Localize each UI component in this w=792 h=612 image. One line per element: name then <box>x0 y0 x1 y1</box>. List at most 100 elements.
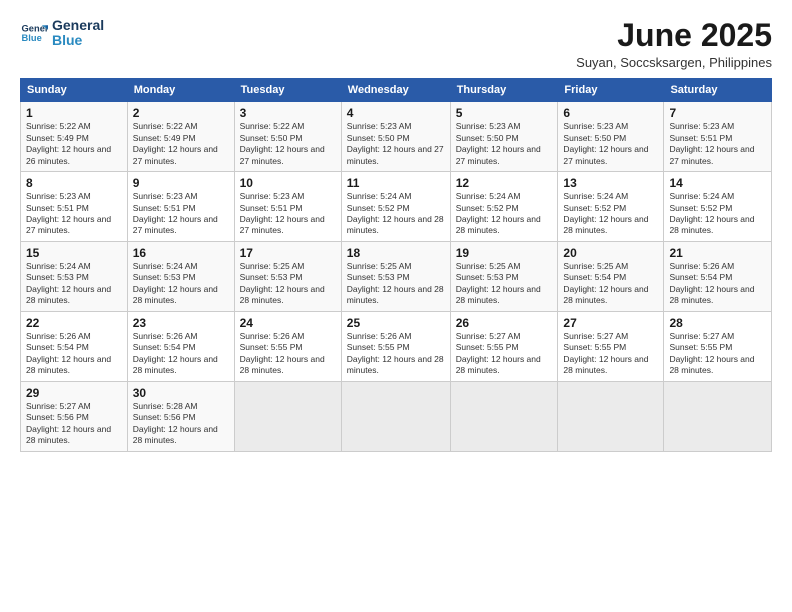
calendar-cell: 27 Sunrise: 5:27 AM Sunset: 5:55 PM Dayl… <box>558 311 664 381</box>
sunset-label: Sunset: 5:56 PM <box>26 412 89 422</box>
sunset-label: Sunset: 5:50 PM <box>347 133 410 143</box>
daylight-label: Daylight: 12 hours and 27 minutes. <box>347 144 444 165</box>
header: General Blue General Blue June 2025 Suya… <box>20 18 772 70</box>
calendar-cell: 9 Sunrise: 5:23 AM Sunset: 5:51 PM Dayli… <box>127 172 234 242</box>
calendar-cell: 14 Sunrise: 5:24 AM Sunset: 5:52 PM Dayl… <box>664 172 772 242</box>
day-number: 23 <box>133 316 229 330</box>
daylight-label: Daylight: 12 hours and 27 minutes. <box>669 144 754 165</box>
svg-text:Blue: Blue <box>22 33 42 43</box>
day-number: 1 <box>26 106 122 120</box>
sunset-label: Sunset: 5:50 PM <box>563 133 626 143</box>
calendar-cell: 17 Sunrise: 5:25 AM Sunset: 5:53 PM Dayl… <box>234 241 341 311</box>
calendar-cell <box>664 381 772 451</box>
sunset-label: Sunset: 5:52 PM <box>347 203 410 213</box>
svg-text:General: General <box>22 24 48 34</box>
sunrise-label: Sunrise: 5:27 AM <box>669 331 734 341</box>
sunrise-label: Sunrise: 5:26 AM <box>133 331 198 341</box>
sunset-label: Sunset: 5:54 PM <box>669 272 732 282</box>
sunrise-label: Sunrise: 5:23 AM <box>240 191 305 201</box>
daylight-label: Daylight: 12 hours and 26 minutes. <box>26 144 111 165</box>
sunrise-label: Sunrise: 5:22 AM <box>26 121 91 131</box>
sunrise-label: Sunrise: 5:23 AM <box>456 121 521 131</box>
day-number: 11 <box>347 176 445 190</box>
day-number: 7 <box>669 106 766 120</box>
calendar-cell: 16 Sunrise: 5:24 AM Sunset: 5:53 PM Dayl… <box>127 241 234 311</box>
daylight-label: Daylight: 12 hours and 28 minutes. <box>669 214 754 235</box>
day-detail: Sunrise: 5:24 AM Sunset: 5:52 PM Dayligh… <box>669 191 766 237</box>
day-detail: Sunrise: 5:27 AM Sunset: 5:55 PM Dayligh… <box>456 331 553 377</box>
calendar-cell: 20 Sunrise: 5:25 AM Sunset: 5:54 PM Dayl… <box>558 241 664 311</box>
day-number: 3 <box>240 106 336 120</box>
calendar-cell: 28 Sunrise: 5:27 AM Sunset: 5:55 PM Dayl… <box>664 311 772 381</box>
calendar-cell: 30 Sunrise: 5:28 AM Sunset: 5:56 PM Dayl… <box>127 381 234 451</box>
day-number: 13 <box>563 176 658 190</box>
calendar-header-row: Sunday Monday Tuesday Wednesday Thursday… <box>21 79 772 102</box>
sunset-label: Sunset: 5:51 PM <box>669 133 732 143</box>
day-number: 10 <box>240 176 336 190</box>
day-number: 24 <box>240 316 336 330</box>
day-detail: Sunrise: 5:23 AM Sunset: 5:50 PM Dayligh… <box>347 121 445 167</box>
sunrise-label: Sunrise: 5:27 AM <box>456 331 521 341</box>
sunset-label: Sunset: 5:50 PM <box>456 133 519 143</box>
sunset-label: Sunset: 5:53 PM <box>456 272 519 282</box>
day-number: 22 <box>26 316 122 330</box>
day-number: 25 <box>347 316 445 330</box>
calendar-cell: 12 Sunrise: 5:24 AM Sunset: 5:52 PM Dayl… <box>450 172 558 242</box>
day-number: 26 <box>456 316 553 330</box>
calendar-cell: 24 Sunrise: 5:26 AM Sunset: 5:55 PM Dayl… <box>234 311 341 381</box>
day-number: 28 <box>669 316 766 330</box>
sunset-label: Sunset: 5:55 PM <box>347 342 410 352</box>
sunrise-label: Sunrise: 5:23 AM <box>347 121 412 131</box>
sunset-label: Sunset: 5:53 PM <box>133 272 196 282</box>
sunset-label: Sunset: 5:55 PM <box>669 342 732 352</box>
calendar-cell <box>341 381 450 451</box>
calendar-week-row: 22 Sunrise: 5:26 AM Sunset: 5:54 PM Dayl… <box>21 311 772 381</box>
calendar-cell: 10 Sunrise: 5:23 AM Sunset: 5:51 PM Dayl… <box>234 172 341 242</box>
day-detail: Sunrise: 5:25 AM Sunset: 5:53 PM Dayligh… <box>240 261 336 307</box>
day-detail: Sunrise: 5:25 AM Sunset: 5:53 PM Dayligh… <box>347 261 445 307</box>
sunset-label: Sunset: 5:51 PM <box>240 203 303 213</box>
calendar-cell <box>234 381 341 451</box>
day-detail: Sunrise: 5:28 AM Sunset: 5:56 PM Dayligh… <box>133 401 229 447</box>
day-detail: Sunrise: 5:24 AM Sunset: 5:52 PM Dayligh… <box>347 191 445 237</box>
daylight-label: Daylight: 12 hours and 28 minutes. <box>26 354 111 375</box>
sunset-label: Sunset: 5:55 PM <box>563 342 626 352</box>
sunrise-label: Sunrise: 5:22 AM <box>133 121 198 131</box>
sunrise-label: Sunrise: 5:25 AM <box>456 261 521 271</box>
calendar-cell: 8 Sunrise: 5:23 AM Sunset: 5:51 PM Dayli… <box>21 172 128 242</box>
day-number: 2 <box>133 106 229 120</box>
sunrise-label: Sunrise: 5:24 AM <box>133 261 198 271</box>
day-detail: Sunrise: 5:26 AM Sunset: 5:55 PM Dayligh… <box>240 331 336 377</box>
daylight-label: Daylight: 12 hours and 27 minutes. <box>240 214 325 235</box>
day-detail: Sunrise: 5:26 AM Sunset: 5:54 PM Dayligh… <box>669 261 766 307</box>
daylight-label: Daylight: 12 hours and 28 minutes. <box>563 354 648 375</box>
calendar-cell: 18 Sunrise: 5:25 AM Sunset: 5:53 PM Dayl… <box>341 241 450 311</box>
calendar-cell: 15 Sunrise: 5:24 AM Sunset: 5:53 PM Dayl… <box>21 241 128 311</box>
day-detail: Sunrise: 5:26 AM Sunset: 5:54 PM Dayligh… <box>133 331 229 377</box>
day-detail: Sunrise: 5:23 AM Sunset: 5:51 PM Dayligh… <box>26 191 122 237</box>
day-detail: Sunrise: 5:23 AM Sunset: 5:51 PM Dayligh… <box>240 191 336 237</box>
daylight-label: Daylight: 12 hours and 28 minutes. <box>456 284 541 305</box>
daylight-label: Daylight: 12 hours and 28 minutes. <box>240 284 325 305</box>
daylight-label: Daylight: 12 hours and 28 minutes. <box>669 354 754 375</box>
calendar-cell: 7 Sunrise: 5:23 AM Sunset: 5:51 PM Dayli… <box>664 102 772 172</box>
day-detail: Sunrise: 5:24 AM Sunset: 5:53 PM Dayligh… <box>26 261 122 307</box>
col-wednesday: Wednesday <box>341 79 450 102</box>
day-detail: Sunrise: 5:24 AM Sunset: 5:52 PM Dayligh… <box>563 191 658 237</box>
sunset-label: Sunset: 5:54 PM <box>563 272 626 282</box>
daylight-label: Daylight: 12 hours and 28 minutes. <box>347 354 444 375</box>
sunset-label: Sunset: 5:55 PM <box>240 342 303 352</box>
daylight-label: Daylight: 12 hours and 28 minutes. <box>347 284 444 305</box>
day-number: 29 <box>26 386 122 400</box>
calendar-week-row: 29 Sunrise: 5:27 AM Sunset: 5:56 PM Dayl… <box>21 381 772 451</box>
col-thursday: Thursday <box>450 79 558 102</box>
daylight-label: Daylight: 12 hours and 28 minutes. <box>563 214 648 235</box>
calendar-cell: 13 Sunrise: 5:24 AM Sunset: 5:52 PM Dayl… <box>558 172 664 242</box>
title-block: June 2025 Suyan, Soccsksargen, Philippin… <box>576 18 772 70</box>
calendar-week-row: 1 Sunrise: 5:22 AM Sunset: 5:49 PM Dayli… <box>21 102 772 172</box>
sunrise-label: Sunrise: 5:25 AM <box>240 261 305 271</box>
day-detail: Sunrise: 5:23 AM Sunset: 5:50 PM Dayligh… <box>456 121 553 167</box>
daylight-label: Daylight: 12 hours and 27 minutes. <box>456 144 541 165</box>
calendar-cell: 19 Sunrise: 5:25 AM Sunset: 5:53 PM Dayl… <box>450 241 558 311</box>
day-detail: Sunrise: 5:24 AM Sunset: 5:53 PM Dayligh… <box>133 261 229 307</box>
